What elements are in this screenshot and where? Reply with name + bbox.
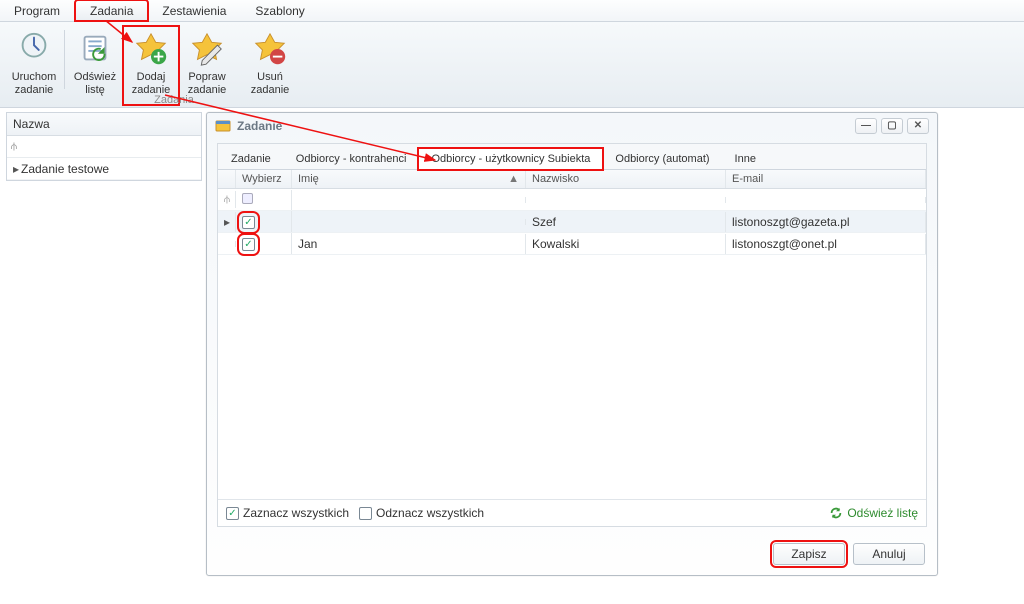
cancel-button[interactable]: Anuluj (853, 543, 925, 565)
tab-odbiorcy-kontrahenci[interactable]: Odbiorcy - kontrahenci (283, 148, 420, 169)
save-button[interactable]: Zapisz (773, 543, 845, 565)
ribbon-separator (64, 30, 65, 89)
delete-task-icon (251, 30, 289, 68)
row-email: listonoszgt@gazeta.pl (726, 212, 926, 232)
task-list: Nazwa ⫛ ▸ Zadanie testowe (6, 112, 202, 181)
ribbon: Uruchom zadanie Odśwież listę Dodaj zada… (0, 22, 1024, 108)
sort-asc-icon: ▲ (508, 173, 519, 185)
tab-odbiorcy-automat[interactable]: Odbiorcy (automat) (602, 148, 722, 169)
row-nazwisko: Kowalski (526, 234, 726, 254)
grid-filter-row[interactable]: ⫛ (218, 189, 926, 211)
maximize-button[interactable]: ▢ (881, 118, 903, 134)
grid-footer-bar: ✓ Zaznacz wszystkich Odznacz wszystkich … (218, 499, 926, 526)
task-list-row[interactable]: ▸ Zadanie testowe (7, 158, 201, 180)
grid-header: Wybierz Imię ▲ Nazwisko E-mail (218, 170, 926, 189)
menu-zadania[interactable]: Zadania (75, 0, 148, 21)
task-list-row-label: Zadanie testowe (21, 162, 109, 176)
row-checkbox[interactable]: ✓ (242, 216, 255, 229)
checkbox-icon (359, 507, 372, 520)
filter-nazwisko-input[interactable] (526, 197, 726, 203)
edit-task-icon (188, 30, 226, 68)
ribbon-run-task-button[interactable]: Uruchom zadanie (6, 26, 62, 105)
minimize-button[interactable]: — (855, 118, 877, 134)
filter-icon: ⫛ (11, 141, 17, 152)
checkbox-icon: ✓ (226, 507, 239, 520)
grid-col-nazwisko[interactable]: Nazwisko (526, 170, 726, 188)
grid-row[interactable]: ▸ ✓ Szef listonoszgt@gazeta.pl (218, 211, 926, 233)
row-nazwisko: Szef (526, 212, 726, 232)
add-task-icon (132, 30, 170, 68)
grid-col-wybierz[interactable]: Wybierz (236, 170, 292, 188)
row-imie: Jan (292, 234, 526, 254)
filter-email-input[interactable] (726, 197, 926, 203)
filter-icon: ⫛ (218, 191, 236, 208)
menubar: Program Zadania Zestawienia Szablony (0, 0, 1024, 22)
menu-zestawienia[interactable]: Zestawienia (148, 1, 241, 21)
grid-col-email[interactable]: E-mail (726, 170, 926, 188)
refresh-arrows-icon (829, 506, 843, 520)
refresh-list-label: Odśwież listę (847, 506, 918, 520)
refresh-icon (76, 30, 114, 68)
select-all-label: Zaznacz wszystkich (243, 506, 349, 520)
menu-program[interactable]: Program (0, 1, 75, 21)
close-button[interactable]: ✕ (907, 118, 929, 134)
task-dialog: Zadanie — ▢ ✕ Zadanie Odbiorcy - kontrah… (206, 112, 938, 576)
filter-imie-input[interactable] (292, 197, 526, 203)
select-all-checkbox[interactable]: ✓ Zaznacz wszystkich (226, 506, 349, 520)
grid-col-imie-label: Imię (298, 173, 319, 185)
dialog-tabs: Zadanie Odbiorcy - kontrahenci Odbiorcy … (218, 144, 926, 170)
recipients-grid: Wybierz Imię ▲ Nazwisko E-mail ⫛ ▸ ✓ (218, 170, 926, 499)
filter-checkbox[interactable] (242, 193, 253, 204)
dialog-icon (215, 118, 231, 134)
row-imie (292, 219, 526, 225)
run-icon (15, 30, 53, 68)
ribbon-btn-label: Odśwież (74, 71, 116, 84)
row-email: listonoszgt@onet.pl (726, 234, 926, 254)
ribbon-group-label: Zadania (62, 94, 286, 106)
refresh-list-link[interactable]: Odśwież listę (829, 506, 918, 520)
dialog-titlebar: Zadanie — ▢ ✕ (207, 113, 937, 139)
filter-checkbox-cell[interactable] (236, 190, 292, 210)
row-selector-icon: ▸ (11, 162, 21, 176)
tab-inne[interactable]: Inne (722, 148, 769, 169)
task-list-filter-row[interactable]: ⫛ (7, 136, 201, 158)
dialog-title: Zadanie (237, 119, 282, 133)
dialog-body: Zadanie Odbiorcy - kontrahenci Odbiorcy … (217, 143, 927, 527)
grid-col-selector[interactable] (218, 170, 236, 188)
ribbon-btn-label: Uruchom (12, 71, 57, 84)
grid-row[interactable]: ✓ Jan Kowalski listonoszgt@onet.pl (218, 233, 926, 255)
tab-odbiorcy-uzytkownicy-subiekta[interactable]: Odbiorcy - użytkownicy Subiekta (418, 148, 603, 170)
grid-col-imie[interactable]: Imię ▲ (292, 170, 526, 188)
row-selector-icon: ▸ (218, 212, 236, 232)
row-checkbox[interactable]: ✓ (242, 238, 255, 251)
deselect-all-label: Odznacz wszystkich (376, 506, 484, 520)
ribbon-btn-label: zadanie (15, 84, 54, 97)
task-list-header[interactable]: Nazwa (7, 113, 201, 136)
deselect-all-checkbox[interactable]: Odznacz wszystkich (359, 506, 484, 520)
ribbon-btn-label: Dodaj (137, 71, 166, 84)
menu-szablony[interactable]: Szablony (241, 1, 319, 21)
ribbon-btn-label: Popraw (188, 71, 225, 84)
dialog-button-bar: Zapisz Anuluj (207, 535, 937, 575)
tab-zadanie[interactable]: Zadanie (218, 148, 284, 169)
